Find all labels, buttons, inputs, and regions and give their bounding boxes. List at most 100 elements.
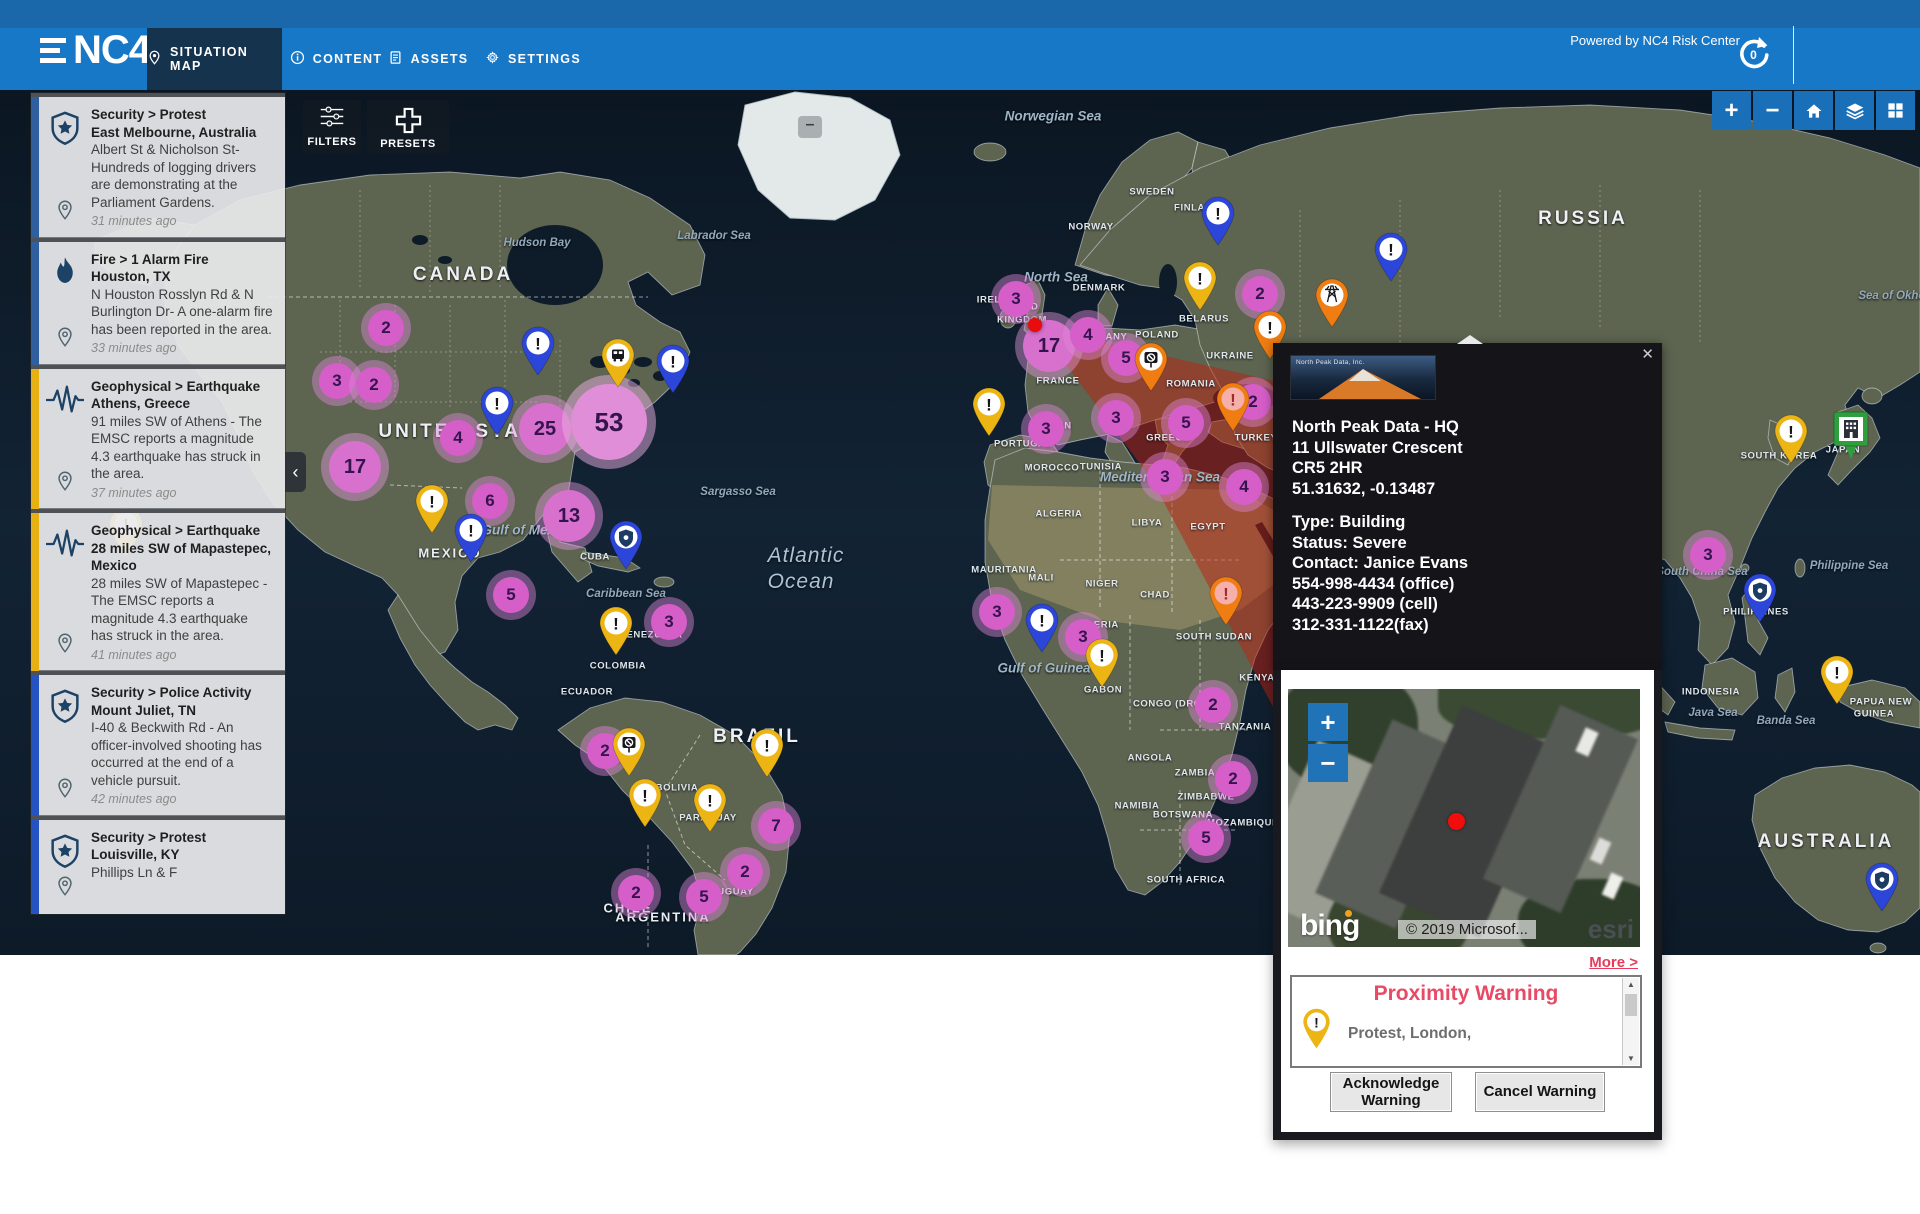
exclaim-pin-marker[interactable]: ! xyxy=(625,777,665,834)
alert-description: Phillips Ln & F xyxy=(91,864,273,882)
more-link[interactable]: More > xyxy=(1589,954,1638,971)
cluster-marker[interactable]: 5 xyxy=(1188,820,1224,856)
exclaim-pin-marker[interactable]: ! xyxy=(690,782,730,839)
home-button[interactable] xyxy=(1794,91,1833,130)
exclaim-pin-marker[interactable]: ! xyxy=(477,385,517,442)
exclaim-pin-marker[interactable]: ! xyxy=(1198,195,1238,252)
cluster-marker[interactable]: 2 xyxy=(1215,761,1251,797)
exclaim-pin-marker[interactable]: ! xyxy=(596,605,636,662)
cluster-marker[interactable]: 2 xyxy=(368,310,404,346)
tab-assets[interactable]: ASSETS xyxy=(397,28,459,90)
tab-situation-map[interactable]: SITUATION MAP xyxy=(147,28,282,90)
svg-text:!: ! xyxy=(670,353,676,372)
alert-timestamp: 37 minutes ago xyxy=(91,485,273,501)
cluster-marker[interactable]: 3 xyxy=(1028,411,1064,447)
shield-pin-marker[interactable] xyxy=(1862,861,1902,918)
acknowledge-warning-button[interactable]: Acknowledge Warning xyxy=(1330,1072,1452,1112)
filters-button[interactable]: FILTERS xyxy=(303,100,361,153)
company-logo-image: North Peak Data, Inc. xyxy=(1290,355,1436,400)
tab-settings[interactable]: SETTINGS xyxy=(497,28,569,90)
cluster-marker[interactable]: 3 xyxy=(979,594,1015,630)
scroll-down-icon[interactable]: ▼ xyxy=(1623,1054,1639,1063)
cluster-marker[interactable]: 3 xyxy=(651,604,687,640)
cluster-marker[interactable]: 3 xyxy=(1690,537,1726,573)
warning-scrollbar[interactable]: ▲ ▼ xyxy=(1622,978,1639,1065)
alert-card[interactable]: Security > Police ActivityMount Juliet, … xyxy=(31,671,285,816)
cluster-marker[interactable]: 3 xyxy=(998,281,1034,317)
satellite-minimap[interactable]: + − bing © 2019 Microsof... esri xyxy=(1288,689,1640,947)
shield-pin-marker[interactable] xyxy=(1740,572,1780,629)
alert-card[interactable]: Fire > 1 Alarm FireHouston, TXN Houston … xyxy=(31,238,285,365)
location-pin-icon xyxy=(54,199,76,226)
exclaim-pin-marker[interactable]: ! xyxy=(747,727,787,784)
cluster-marker[interactable]: 7 xyxy=(758,808,794,844)
cluster-marker[interactable]: 5 xyxy=(686,879,722,915)
pylon-pin-marker[interactable] xyxy=(1312,277,1352,334)
cluster-marker[interactable]: 3 xyxy=(1098,400,1134,436)
cluster-marker[interactable]: 5 xyxy=(1168,405,1204,441)
cluster-marker[interactable]: 17 xyxy=(329,441,381,493)
quake-icon xyxy=(44,381,86,424)
exclaim-pin-marker[interactable]: ! xyxy=(1206,575,1246,632)
alert-card[interactable]: Security > ProtestEast Melbourne, Austra… xyxy=(31,93,285,238)
cluster-marker[interactable]: 2 xyxy=(356,367,392,403)
incident-red-dot[interactable] xyxy=(1028,318,1042,332)
cluster-marker[interactable]: 4 xyxy=(1070,317,1106,353)
presets-button[interactable]: PRESETS xyxy=(367,100,449,153)
popup-close-icon[interactable]: ✕ xyxy=(1641,345,1654,363)
exclaim-pin-marker[interactable]: ! xyxy=(653,343,693,400)
cluster-marker[interactable]: 5 xyxy=(493,577,529,613)
exclaim-pin-marker[interactable]: ! xyxy=(1817,654,1857,711)
basemap-grid-button[interactable] xyxy=(1876,91,1915,130)
minimap-zoom-out-button[interactable]: − xyxy=(1308,744,1348,782)
location-pin-icon xyxy=(54,777,76,804)
sidebar-collapse-button[interactable]: ‹ xyxy=(285,452,306,492)
map-widget-minimized[interactable]: – xyxy=(798,116,822,138)
exclaim-pin-marker[interactable]: ! xyxy=(451,512,491,569)
info-icon xyxy=(290,50,305,68)
exclaim-pin-marker[interactable]: ! xyxy=(412,483,452,540)
exclaim-pin-marker[interactable]: ! xyxy=(1371,231,1411,288)
cluster-marker[interactable]: 2 xyxy=(618,875,654,911)
nav-right: Powered by NC4 Risk Center 0 xyxy=(1500,0,1920,90)
exclaim-pin-marker[interactable]: ! xyxy=(1022,602,1062,659)
bus-pin-marker[interactable] xyxy=(598,337,638,394)
scroll-up-icon[interactable]: ▲ xyxy=(1623,980,1639,989)
cluster-marker[interactable]: 3 xyxy=(319,363,355,399)
cancel-warning-button[interactable]: Cancel Warning xyxy=(1475,1072,1605,1112)
exclaim-pin-marker[interactable]: ! xyxy=(518,325,558,382)
cluster-marker[interactable]: 53 xyxy=(571,384,647,460)
cluster-marker[interactable]: 2 xyxy=(1195,687,1231,723)
exclaim-pin-marker[interactable]: ! xyxy=(1771,413,1811,470)
alert-card[interactable]: Security > ProtestLouisville, KYPhillips… xyxy=(31,816,285,914)
cluster-marker[interactable]: 4 xyxy=(440,420,476,456)
exclaim-pin-marker[interactable]: ! xyxy=(1180,260,1220,317)
cluster-marker[interactable]: 13 xyxy=(543,490,595,542)
cluster-marker[interactable]: 2 xyxy=(727,854,763,890)
scroll-thumb[interactable] xyxy=(1625,994,1637,1016)
alert-card[interactable]: Geophysical > EarthquakeAthens, Greece91… xyxy=(31,365,285,510)
cluster-marker[interactable]: 4 xyxy=(1226,469,1262,505)
building-pin-marker[interactable] xyxy=(1829,408,1873,467)
no-sign-pin-marker[interactable] xyxy=(609,726,649,783)
cluster-marker[interactable]: 25 xyxy=(519,403,571,455)
pin-icon xyxy=(147,50,162,68)
refresh-button[interactable]: 0 xyxy=(1736,36,1772,72)
cluster-marker[interactable]: 2 xyxy=(1242,276,1278,312)
location-pin-icon xyxy=(54,470,76,497)
cluster-marker[interactable]: 3 xyxy=(1147,459,1183,495)
minimap-zoom-in-button[interactable]: + xyxy=(1308,703,1348,741)
svg-text:!: ! xyxy=(1197,270,1203,289)
exclaim-pin-marker[interactable]: ! xyxy=(1082,637,1122,694)
tab-content[interactable]: CONTENT xyxy=(300,28,372,90)
shield-pin-marker[interactable] xyxy=(606,519,646,576)
zoom-in-button[interactable]: + xyxy=(1712,91,1751,130)
no-sign-pin-marker[interactable] xyxy=(1131,341,1171,398)
zoom-out-button[interactable]: − xyxy=(1753,91,1792,130)
layers-button[interactable] xyxy=(1835,91,1874,130)
asset-address2: CR5 2HR xyxy=(1292,458,1468,479)
alert-card[interactable]: Geophysical > Earthquake28 miles SW of M… xyxy=(31,509,285,671)
exclaim-pin-marker[interactable]: ! xyxy=(1213,381,1253,438)
exclaim-pin-marker[interactable]: ! xyxy=(969,386,1009,443)
asset-status: Status: Severe xyxy=(1292,533,1468,554)
